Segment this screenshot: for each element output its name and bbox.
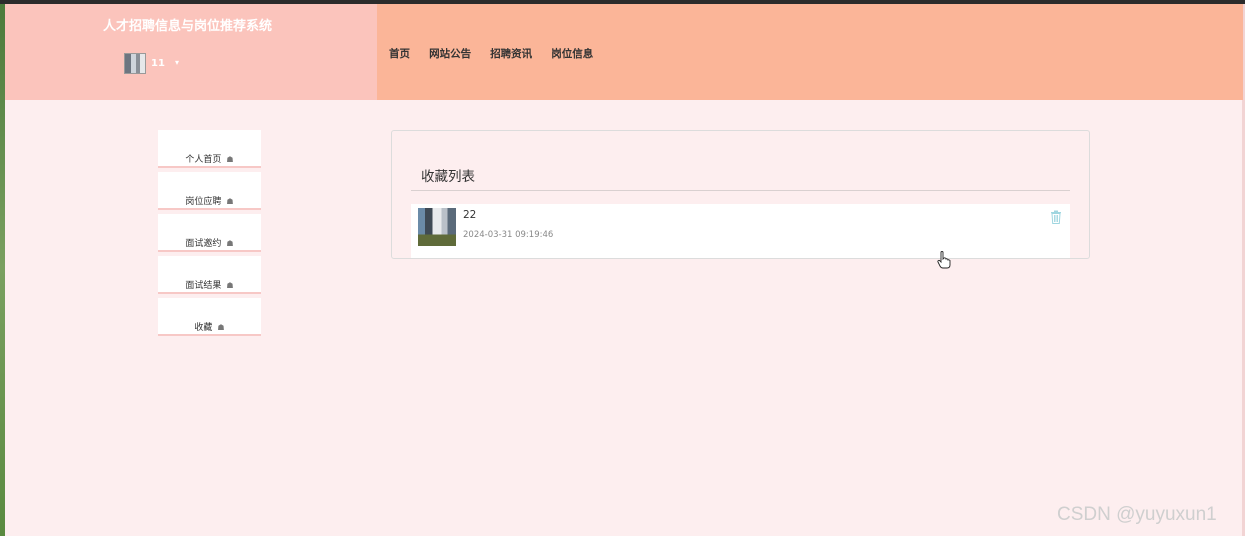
hand-icon: ☗ [226, 197, 234, 206]
site-title: 人才招聘信息与岗位推荐系统 [103, 19, 273, 34]
nav-job-info[interactable]: 岗位信息 [551, 46, 593, 61]
sidebar-item-invitations[interactable]: 面试邀约 ☗ [158, 214, 261, 252]
hand-pointer-cursor-icon [937, 251, 951, 269]
sidebar-item-results[interactable]: 面试结果 ☗ [158, 256, 261, 294]
favorite-time: 2024-03-31 09:19:46 [463, 230, 554, 240]
favorite-thumbnail[interactable] [418, 208, 456, 246]
page-title: 收藏列表 [421, 169, 475, 185]
hand-icon: ☗ [217, 323, 225, 332]
hand-icon: ☗ [226, 239, 234, 248]
sidebar-item-favorites[interactable]: 收藏 ☗ [158, 298, 261, 336]
chevron-down-icon[interactable]: ▾ [175, 58, 179, 67]
hand-icon: ☗ [226, 155, 234, 164]
nav-announcements[interactable]: 网站公告 [429, 46, 471, 61]
header: 人才招聘信息与岗位推荐系统 11 ▾ 首页 网站公告 招聘资讯 岗位信息 [5, 4, 1243, 100]
nav-home[interactable]: 首页 [389, 46, 410, 61]
avatar[interactable] [124, 53, 146, 74]
header-nav-area: 首页 网站公告 招聘资讯 岗位信息 [377, 4, 1243, 100]
watermark: CSDN @yuyuxun1 [1057, 504, 1217, 525]
trash-icon[interactable] [1050, 210, 1062, 224]
sidebar-item-label: 收藏 [194, 323, 213, 333]
sidebar-item-label: 面试邀约 [185, 239, 222, 249]
sidebar-item-profile[interactable]: 个人首页 ☗ [158, 130, 261, 168]
sidebar-item-applications[interactable]: 岗位应聘 ☗ [158, 172, 261, 210]
hand-icon: ☗ [226, 281, 234, 290]
user-name[interactable]: 11 [151, 58, 165, 69]
sidebar-item-label: 个人首页 [185, 155, 222, 165]
favorite-name[interactable]: 22 [463, 209, 476, 221]
sidebar-item-label: 岗位应聘 [185, 197, 222, 207]
sidebar: 个人首页 ☗ 岗位应聘 ☗ 面试邀约 ☗ 面试结果 ☗ 收藏 ☗ [158, 130, 261, 340]
header-brand-area: 人才招聘信息与岗位推荐系统 11 ▾ [5, 4, 377, 100]
list-item[interactable]: 22 2024-03-31 09:19:46 [411, 204, 1070, 258]
page: 人才招聘信息与岗位推荐系统 11 ▾ 首页 网站公告 招聘资讯 岗位信息 个人首… [0, 0, 1245, 536]
top-nav: 首页 网站公告 招聘资讯 岗位信息 [389, 42, 607, 61]
favorites-panel: 收藏列表 22 2024-03-31 09:19:46 [391, 130, 1090, 259]
nav-recruit-news[interactable]: 招聘资讯 [490, 46, 532, 61]
sidebar-item-label: 面试结果 [185, 281, 222, 291]
divider [411, 190, 1070, 191]
